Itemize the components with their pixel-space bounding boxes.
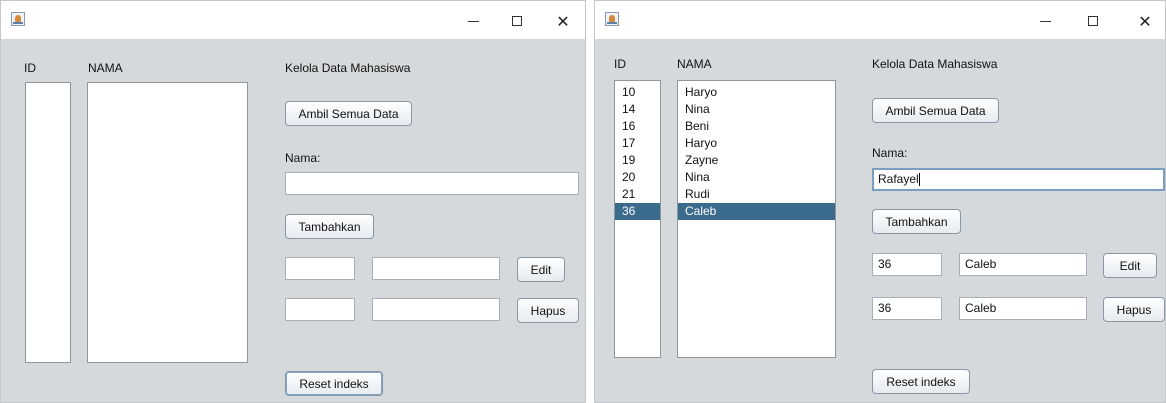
list-item[interactable]: 16 (615, 118, 660, 135)
nama-list[interactable] (87, 82, 248, 363)
title-bar[interactable]: ✕ (1, 1, 585, 39)
id-list[interactable]: 10 14 16 17 19 20 21 36 (614, 80, 661, 358)
list-item[interactable]: 20 (615, 169, 660, 186)
list-item[interactable]: 36 (615, 203, 660, 220)
list-item[interactable]: Haryo (678, 84, 835, 101)
hapus-id-field[interactable]: 36 (872, 297, 942, 320)
close-icon[interactable]: ✕ (541, 8, 585, 34)
nama-column-header: NAMA (88, 61, 123, 75)
nama-input-value: Rafayel (878, 172, 919, 186)
list-item[interactable]: 14 (615, 101, 660, 118)
list-item[interactable]: Beni (678, 118, 835, 135)
id-list[interactable] (25, 82, 71, 363)
list-item[interactable]: Rudi (678, 186, 835, 203)
hapus-nama-field[interactable]: Caleb (959, 297, 1087, 320)
minimize-icon[interactable] (1023, 8, 1067, 34)
edit-id-field[interactable] (285, 257, 355, 280)
list-item[interactable]: 10 (615, 84, 660, 101)
ambil-semua-data-button[interactable]: Ambil Semua Data (285, 101, 412, 126)
list-item[interactable]: Nina (678, 169, 835, 186)
page-title: Kelola Data Mahasiswa (872, 57, 998, 71)
list-item[interactable]: Haryo (678, 135, 835, 152)
minimize-icon[interactable] (451, 8, 495, 34)
text-caret (918, 173, 920, 187)
list-item[interactable]: 17 (615, 135, 660, 152)
list-item[interactable]: Nina (678, 101, 835, 118)
ambil-semua-data-button[interactable]: Ambil Semua Data (872, 98, 999, 123)
maximize-icon[interactable] (1071, 8, 1115, 34)
tambahkan-button[interactable]: Tambahkan (872, 209, 961, 234)
id-column-header: ID (614, 57, 626, 71)
close-icon[interactable]: ✕ (1123, 8, 1165, 34)
tambahkan-button[interactable]: Tambahkan (285, 214, 374, 239)
nama-list[interactable]: Haryo Nina Beni Haryo Zayne Nina Rudi Caleb (677, 80, 836, 358)
reset-indeks-button[interactable]: Reset indeks (872, 369, 970, 394)
list-item[interactable]: 21 (615, 186, 660, 203)
title-bar[interactable]: ✕ (595, 1, 1165, 39)
app-window-loaded: ✕ ID NAMA Kelola Data Mahasiswa 10 14 16 17… (594, 0, 1166, 403)
edit-button[interactable]: Edit (517, 257, 565, 282)
edit-id-field[interactable]: 36 (872, 253, 942, 276)
id-column-header: ID (24, 61, 36, 75)
list-item[interactable]: Zayne (678, 152, 835, 169)
hapus-button[interactable]: Hapus (1103, 297, 1165, 322)
app-window-empty: ✕ ID NAMA Kelola Data Mahasiswa Ambil Se… (0, 0, 586, 403)
maximize-icon[interactable] (495, 8, 539, 34)
edit-nama-field[interactable]: Caleb (959, 253, 1087, 276)
list-item[interactable]: Caleb (678, 203, 835, 220)
list-item[interactable]: 19 (615, 152, 660, 169)
java-app-icon (11, 12, 25, 26)
nama-label: Nama: (285, 151, 321, 165)
hapus-nama-field[interactable] (372, 298, 500, 321)
nama-label: Nama: (872, 146, 908, 160)
hapus-id-field[interactable] (285, 298, 355, 321)
nama-column-header: NAMA (677, 57, 712, 71)
edit-nama-field[interactable] (372, 257, 500, 280)
nama-input[interactable]: Rafayel (872, 168, 1165, 191)
edit-button[interactable]: Edit (1103, 253, 1157, 278)
nama-input[interactable] (285, 172, 579, 195)
java-app-icon (605, 12, 619, 26)
page-title: Kelola Data Mahasiswa (285, 61, 411, 75)
hapus-button[interactable]: Hapus (517, 298, 579, 323)
reset-indeks-button[interactable]: Reset indeks (285, 371, 383, 396)
